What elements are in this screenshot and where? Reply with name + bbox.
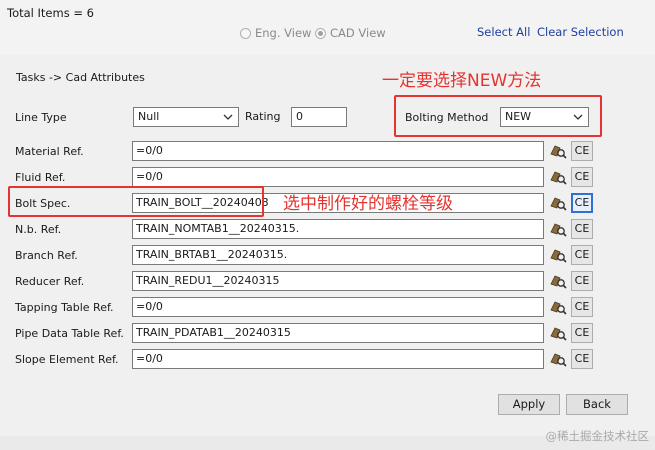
ce-button-pipe-data[interactable]: CE: [571, 323, 593, 343]
pick-element-icon[interactable]: [548, 297, 568, 317]
bolting-method-highlight: [394, 95, 602, 137]
slope-element-ref-label: Slope Element Ref.: [15, 353, 119, 366]
eng-view-label: Eng. View: [255, 26, 312, 40]
header-panel: Total Items = 6 Eng. View CAD View Selec…: [0, 0, 655, 55]
nb-ref-label: N.b. Ref.: [15, 223, 62, 236]
reducer-ref-label: Reducer Ref.: [15, 275, 85, 288]
material-ref-label: Material Ref.: [15, 145, 84, 158]
branch-ref-field[interactable]: TRAIN_BRTAB1__20240315.: [132, 245, 544, 265]
dialog-window: Total Items = 6 Eng. View CAD View Selec…: [0, 0, 655, 450]
tapping-table-ref-label: Tapping Table Ref.: [15, 301, 114, 314]
line-type-select[interactable]: Null: [133, 107, 239, 127]
ce-button-slope[interactable]: CE: [571, 349, 593, 369]
clear-selection-link[interactable]: Clear Selection: [537, 25, 624, 39]
ce-button-reducer[interactable]: CE: [571, 271, 593, 291]
branch-ref-label: Branch Ref.: [15, 249, 78, 262]
select-all-link[interactable]: Select All: [477, 25, 530, 39]
apply-button[interactable]: Apply: [498, 394, 560, 415]
back-button[interactable]: Back: [566, 394, 628, 415]
eng-view-radio[interactable]: Eng. View: [240, 26, 311, 40]
fluid-ref-label: Fluid Ref.: [15, 171, 66, 184]
bolting-method-annotation: 一定要选择NEW方法: [382, 71, 542, 91]
slope-element-ref-field[interactable]: =0/0: [132, 349, 544, 369]
line-type-value: Null: [138, 110, 160, 123]
ce-button-fluid[interactable]: CE: [571, 167, 593, 187]
radio-icon: [240, 27, 251, 39]
ce-button-material[interactable]: CE: [571, 141, 593, 161]
pick-element-icon[interactable]: [548, 193, 568, 213]
cad-view-label: CAD View: [330, 26, 386, 40]
tapping-table-ref-field[interactable]: =0/0: [132, 297, 544, 317]
cad-view-radio[interactable]: CAD View: [315, 26, 386, 40]
pipe-data-table-ref-label: Pipe Data Table Ref.: [15, 327, 124, 340]
radio-icon: [315, 27, 326, 39]
group-title: Tasks -> Cad Attributes: [16, 71, 145, 84]
chevron-down-icon: [223, 114, 233, 120]
pick-element-icon[interactable]: [548, 245, 568, 265]
fluid-ref-field[interactable]: =0/0: [132, 167, 544, 187]
pick-element-icon[interactable]: [548, 141, 568, 161]
pick-element-icon[interactable]: [548, 167, 568, 187]
reducer-ref-field[interactable]: TRAIN_REDU1__20240315: [132, 271, 544, 291]
nb-ref-field[interactable]: TRAIN_NOMTAB1__20240315.: [132, 219, 544, 239]
ce-button-tapping[interactable]: CE: [571, 297, 593, 317]
bolt-spec-highlight: [8, 186, 264, 217]
ce-button-branch[interactable]: CE: [571, 245, 593, 265]
pick-element-icon[interactable]: [548, 219, 568, 239]
ce-button-bolt-spec[interactable]: CE: [571, 193, 593, 213]
total-items: Total Items = 6: [7, 6, 94, 20]
pick-element-icon[interactable]: [548, 323, 568, 343]
watermark: @稀土掘金技术社区: [545, 429, 650, 443]
line-type-label: Line Type: [15, 111, 67, 124]
pick-element-icon[interactable]: [548, 349, 568, 369]
rating-label: Rating: [245, 110, 281, 123]
pipe-data-table-ref-field[interactable]: TRAIN_PDATAB1__20240315: [132, 323, 544, 343]
rating-input[interactable]: 0: [291, 107, 347, 127]
bolt-spec-annotation: 选中制作好的螺栓等级: [283, 194, 453, 214]
pick-element-icon[interactable]: [548, 271, 568, 291]
ce-button-nb[interactable]: CE: [571, 219, 593, 239]
material-ref-field[interactable]: =0/0: [132, 141, 544, 161]
